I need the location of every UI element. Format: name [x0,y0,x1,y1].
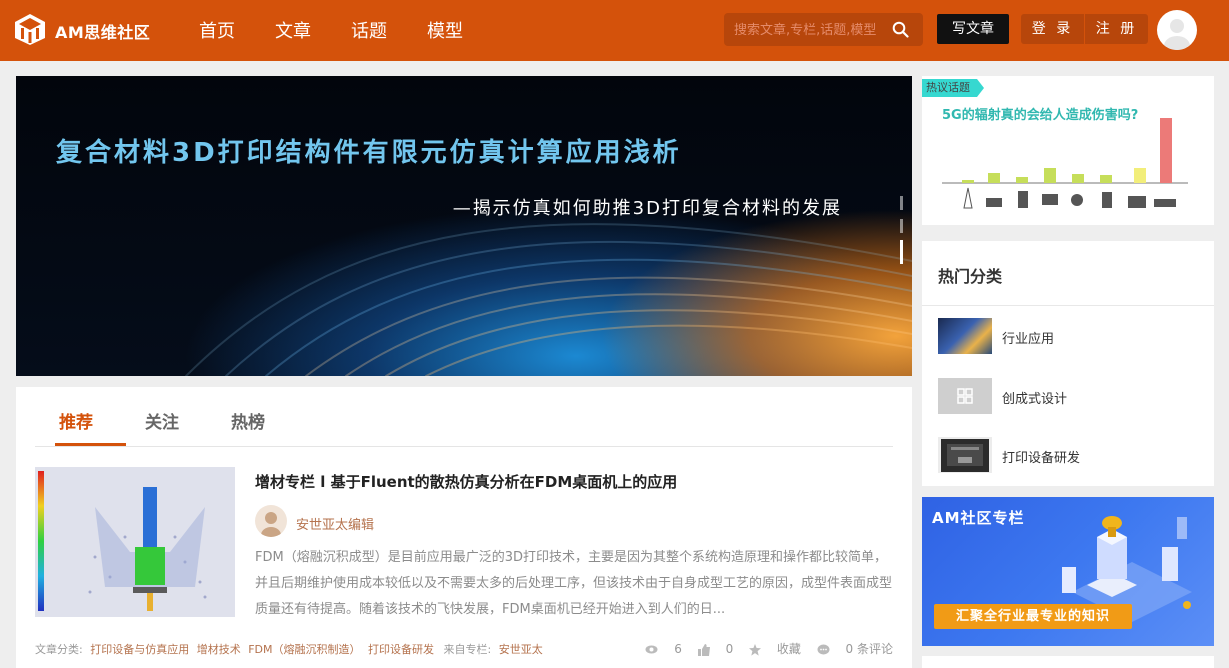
comments-count: 0 条评论 [845,642,893,656]
tab-following[interactable]: 关注 [145,408,179,433]
comment-icon [817,644,830,654]
simulation-contour-image [35,467,235,617]
author-name[interactable]: 安世亚太编辑 [296,514,374,533]
hot-categories-title: 热门分类 [938,267,1003,286]
hero-banner[interactable]: 复合材料3D打印结构件有限元仿真计算应用浅析 —揭示仿真如何助推3D打印复合材料… [16,76,912,376]
nav-topics[interactable]: 话题 [351,17,387,43]
banner-indicator-active[interactable] [900,240,903,264]
printer-image [941,439,989,472]
favorite-button[interactable]: 收藏 [749,642,805,656]
top-navbar: AM思维社区 首页 文章 话题 模型 写文章 登 录 注 册 [0,0,1229,61]
article-thumbnail[interactable] [35,467,235,617]
am-cube-logo-icon[interactable] [14,13,46,46]
user-silhouette-icon [1164,19,1190,50]
thumbs-up-icon [697,643,710,656]
from-column-link[interactable]: 安世亚太 [499,643,543,656]
search-box [724,13,923,46]
views-count: 6 [674,642,682,656]
comments-button[interactable]: 0 条评论 [817,642,893,656]
banner-indicator[interactable] [900,219,903,233]
tag-link[interactable]: 增材技术 [197,643,241,656]
views-stat[interactable]: 6 [645,642,685,656]
category-item-printer-rd[interactable]: 打印设备研发 [938,437,1198,475]
feed-tabs: 推荐 关注 热榜 [35,387,893,447]
login-button[interactable]: 登 录 [1021,14,1084,44]
tag-link[interactable]: 打印设备与仿真应用 [90,643,189,656]
category-label: 文章分类: [35,643,83,656]
author-avatar[interactable] [255,505,287,537]
like-button[interactable]: 0 [697,642,737,656]
article-feed: 推荐 关注 热榜 增材专栏 l 基于Fluent的散热仿真分析在FDM桌面机上的… [16,387,912,668]
star-icon [749,643,762,656]
search-icon[interactable] [892,21,909,38]
column-title: AM社区专栏 [932,509,1025,527]
article-title[interactable]: 增材专栏 l 基于Fluent的散热仿真分析在FDM桌面机上的应用 [255,471,677,492]
article-stats: 6 0 收藏 0 条评论 [633,640,893,657]
sidebar-next-panel [922,656,1214,668]
category-name: 创成式设计 [1002,392,1068,407]
write-article-button[interactable]: 写文章 [937,14,1009,44]
search-input[interactable] [734,19,889,41]
eye-icon [645,645,658,654]
article-meta: 文章分类: 打印设备与仿真应用 增材技术 FDM（熔融沉积制造） 打印设备研发 … [35,641,543,657]
am-column-banner[interactable]: AM社区专栏 汇聚全行业最专业的知识 [922,497,1214,646]
article-excerpt: FDM（熔融沉积成型）是目前应用最广泛的3D打印技术，主要是因为其整个系统构造原… [255,550,893,617]
tab-recommended[interactable]: 推荐 [59,408,93,433]
user-avatar[interactable] [1157,10,1197,50]
tag-link[interactable]: FDM（熔融沉积制造） [248,643,360,656]
nav-articles[interactable]: 文章 [275,17,311,43]
category-name: 行业应用 [1002,332,1055,347]
hot-categories-panel: 热门分类 行业应用 创成式设计 打印设备研发 [922,241,1214,486]
banner-subtitle: —揭示仿真如何助推3D打印复合材料的发展 [452,198,842,219]
category-item-industry[interactable]: 行业应用 [938,318,1198,356]
radiation-illustration [942,118,1188,209]
tag-link[interactable]: 打印设备研发 [368,643,434,656]
register-button[interactable]: 注 册 [1085,14,1148,44]
favorite-label: 收藏 [776,642,801,656]
hot-topic-card[interactable]: 热议话题 5G的辐射真的会给人造成伤害吗? [922,76,1214,225]
category-thumbnail [938,378,992,414]
from-column-label: 来自专栏: [443,643,492,656]
column-slogan: 汇聚全行业最专业的知识 [934,604,1132,629]
category-thumbnail [938,318,992,354]
active-tab-underline [55,443,126,446]
brand-name[interactable]: AM思维社区 [55,19,150,43]
category-item-generative-design[interactable]: 创成式设计 [938,378,1198,416]
tab-trending[interactable]: 热榜 [231,408,265,433]
banner-indicator[interactable] [900,196,903,210]
category-thumbnail [938,437,992,473]
category-name: 打印设备研发 [1002,451,1081,466]
nav-models[interactable]: 模型 [427,17,463,43]
image-placeholder-icon [957,388,973,404]
likes-count: 0 [725,642,734,656]
divider [922,305,1214,306]
banner-title: 复合材料3D打印结构件有限元仿真计算应用浅析 [56,138,682,168]
nav-home[interactable]: 首页 [199,17,235,43]
banner-wave-graphic [185,223,912,376]
author-avatar-icon [261,512,281,537]
